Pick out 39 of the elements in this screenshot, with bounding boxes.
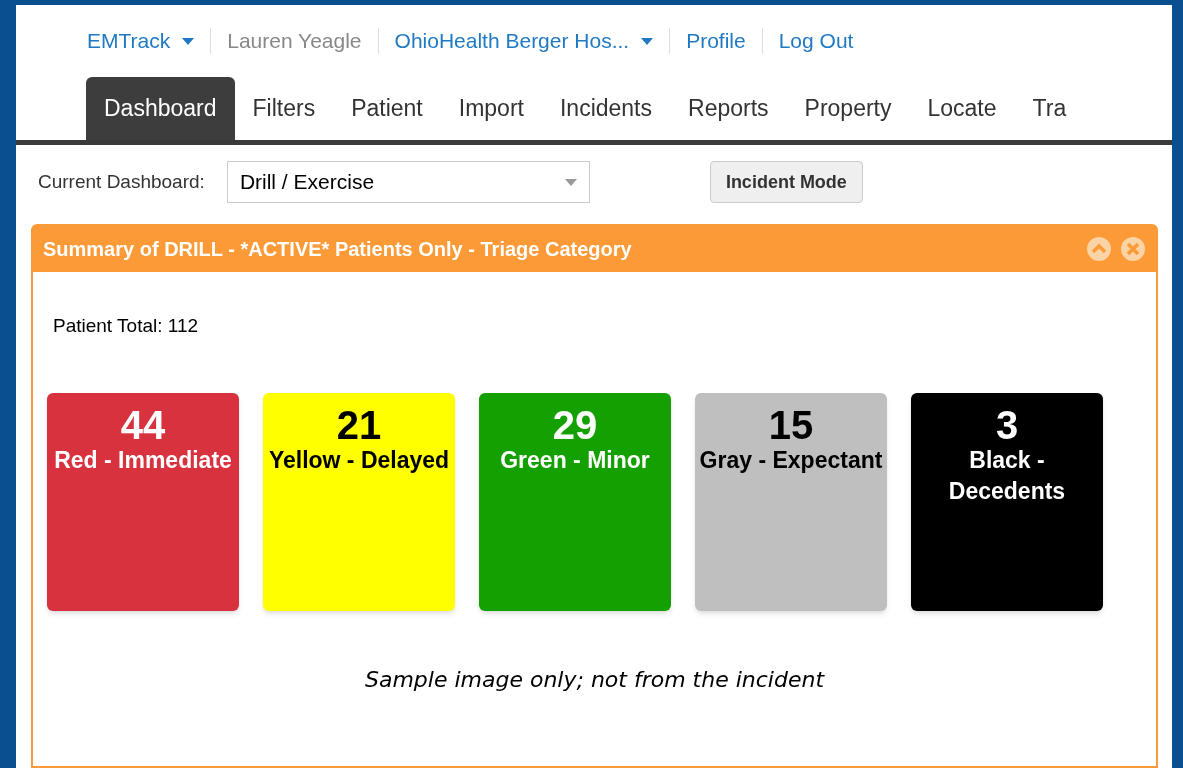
nav-tab[interactable]: Property (786, 77, 910, 140)
nav-tab[interactable]: Locate (909, 77, 1015, 140)
nav-tab[interactable]: Filters (234, 77, 334, 140)
nav-tab[interactable]: Import (440, 77, 542, 140)
triage-card[interactable]: 3 Black - Decedents (911, 392, 1103, 611)
triage-label: Green - Minor (499, 445, 651, 475)
triage-count: 21 (336, 404, 382, 445)
dropdown-link[interactable]: EMTrack (87, 25, 195, 57)
panel-title: Summary of DRILL - *ACTIVE* Patients Only - Triage Category (43, 237, 632, 262)
triage-count: 29 (552, 404, 598, 445)
triage-count: 3 (995, 404, 1019, 445)
triage-label: Black - Decedents (947, 445, 1067, 506)
dropdown-link[interactable]: OhioHealth Berger Hos... (394, 25, 654, 57)
triage-card[interactable]: 15 Gray - Expectant (695, 392, 887, 611)
nav-tab[interactable]: Patient (333, 77, 441, 140)
triage-count: 15 (768, 404, 814, 445)
triage-card[interactable]: 44 Red - Immediate (47, 392, 239, 611)
dashboard-label: Current Dashboard: (38, 169, 205, 194)
nav-tab[interactable]: Tra (1014, 77, 1085, 140)
incident-mode-button[interactable]: Incident Mode (709, 161, 863, 203)
triage-label: Red - Immediate (53, 445, 233, 475)
triage-label: Gray - Expectant (698, 445, 884, 475)
close-icon[interactable] (1120, 236, 1146, 262)
triage-label: Yellow - Delayed (267, 445, 451, 475)
collapse-icon[interactable] (1086, 236, 1112, 262)
dashboard-select[interactable]: Drill / Exercise (226, 161, 590, 203)
nav-tab[interactable]: Incidents (541, 77, 670, 140)
caret-icon (641, 37, 654, 45)
nav-tab[interactable]: Reports (670, 77, 787, 140)
caret-icon (182, 37, 195, 45)
caret-icon (564, 178, 577, 186)
triage-card[interactable]: 21 Yellow - Delayed (263, 392, 455, 611)
triage-count: 44 (120, 404, 166, 445)
nav-tab[interactable]: Dashboard (86, 77, 235, 140)
patient-total: Patient Total: 112 (53, 315, 199, 336)
nav-link[interactable]: Log Out (778, 25, 854, 57)
user-name: Lauren Yeagle (227, 28, 362, 55)
caption: Sample image only; not from the incident (364, 665, 825, 694)
nav-link[interactable]: Profile (686, 25, 746, 57)
